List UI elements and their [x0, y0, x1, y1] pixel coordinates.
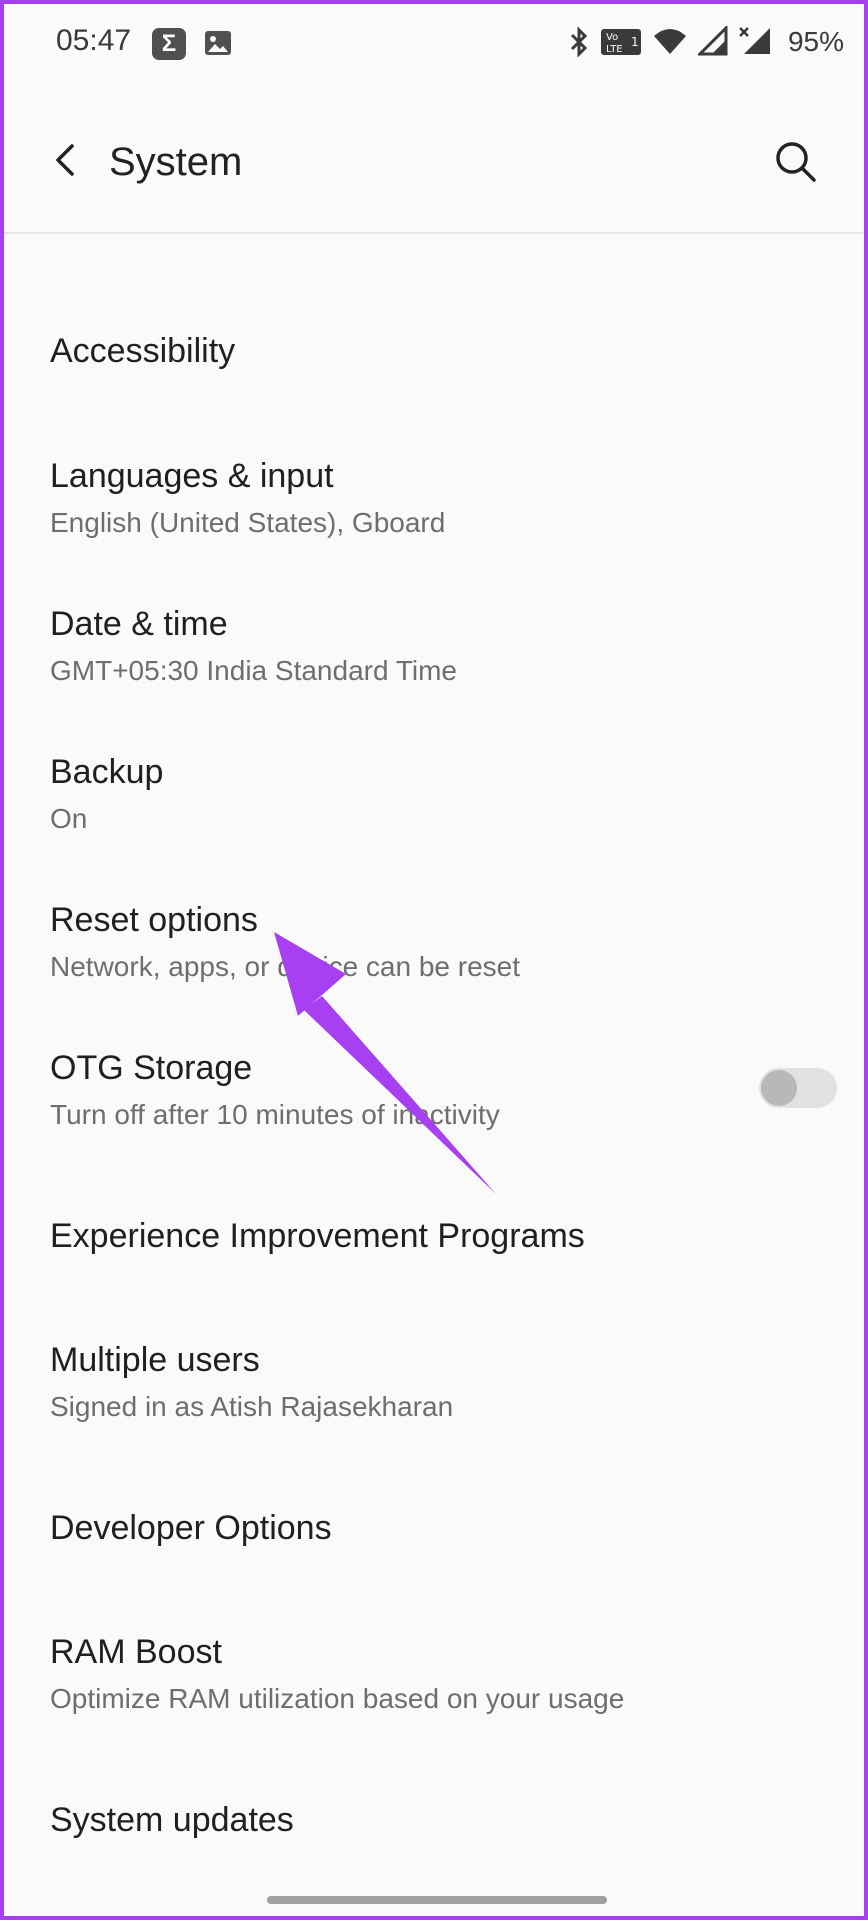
item-subtitle: Optimize RAM utilization based on your u…	[50, 1683, 625, 1714]
item-subtitle: GMT+05:30 India Standard Time	[50, 655, 457, 686]
svg-text:Vo: Vo	[606, 32, 618, 43]
status-time: 05:47	[56, 24, 132, 57]
bluetooth-icon	[568, 26, 590, 58]
list-item-otg-storage[interactable]: OTG Storage Turn off after 10 minutes of…	[50, 1048, 734, 1132]
list-item-date-time[interactable]: Date & time GMT+05:30 India Standard Tim…	[50, 604, 824, 688]
arrow-left-icon	[56, 144, 74, 176]
item-title: Backup	[50, 753, 164, 791]
status-icons: Vo LTE 1 95%	[568, 22, 844, 62]
list-item-languages-input[interactable]: Languages & input English (United States…	[50, 456, 824, 540]
list-item-reset-options[interactable]: Reset options Network, apps, or device c…	[50, 900, 824, 984]
wifi-icon	[652, 26, 688, 58]
otg-storage-toggle[interactable]	[759, 1068, 837, 1108]
item-title: Languages & input	[50, 457, 334, 495]
search-button[interactable]	[772, 138, 818, 184]
app-bar: System	[4, 100, 864, 234]
image-icon	[204, 28, 232, 58]
item-subtitle: Turn off after 10 minutes of inactivity	[50, 1099, 500, 1130]
volte-icon: Vo LTE 1	[600, 26, 642, 58]
toggle-thumb	[761, 1070, 797, 1106]
back-button[interactable]	[44, 138, 88, 182]
signal-icon	[697, 26, 728, 58]
svg-text:LTE: LTE	[606, 44, 623, 55]
item-subtitle: Signed in as Atish Rajasekharan	[50, 1391, 454, 1422]
status-bar: 05:47 Σ Vo LTE 1 95%	[4, 4, 864, 84]
sigma-notification-icon: Σ	[152, 28, 186, 60]
home-indicator[interactable]	[267, 1896, 607, 1904]
list-item-accessibility[interactable]: Accessibility	[50, 331, 824, 371]
item-subtitle: Network, apps, or device can be reset	[50, 951, 521, 982]
signal-no-service-icon	[738, 26, 772, 58]
list-item-multiple-users[interactable]: Multiple users Signed in as Atish Rajase…	[50, 1340, 824, 1424]
list-item-developer-options[interactable]: Developer Options	[50, 1508, 824, 1548]
item-title: OTG Storage	[50, 1049, 253, 1087]
item-subtitle: On	[50, 803, 88, 834]
item-title: Date & time	[50, 605, 228, 643]
page-title: System	[109, 140, 243, 184]
item-title: RAM Boost	[50, 1633, 222, 1671]
svg-text:1: 1	[631, 35, 639, 49]
phone-screen: 05:47 Σ Vo LTE 1 95% System Accessibilit…	[0, 0, 868, 1920]
item-title: Experience Improvement Programs	[50, 1217, 585, 1255]
battery-percent: 95%	[787, 26, 844, 57]
list-item-backup[interactable]: Backup On	[50, 752, 824, 836]
list-item-experience-improvement[interactable]: Experience Improvement Programs	[50, 1216, 824, 1256]
item-title: Accessibility	[50, 332, 236, 370]
search-icon	[776, 142, 816, 182]
item-title: Multiple users	[50, 1341, 260, 1379]
item-title: Developer Options	[50, 1509, 332, 1547]
list-item-system-updates[interactable]: System updates	[50, 1800, 824, 1840]
item-title: System updates	[50, 1801, 294, 1839]
item-title: Reset options	[50, 901, 258, 939]
item-subtitle: English (United States), Gboard	[50, 507, 446, 538]
list-item-ram-boost[interactable]: RAM Boost Optimize RAM utilization based…	[50, 1632, 824, 1716]
